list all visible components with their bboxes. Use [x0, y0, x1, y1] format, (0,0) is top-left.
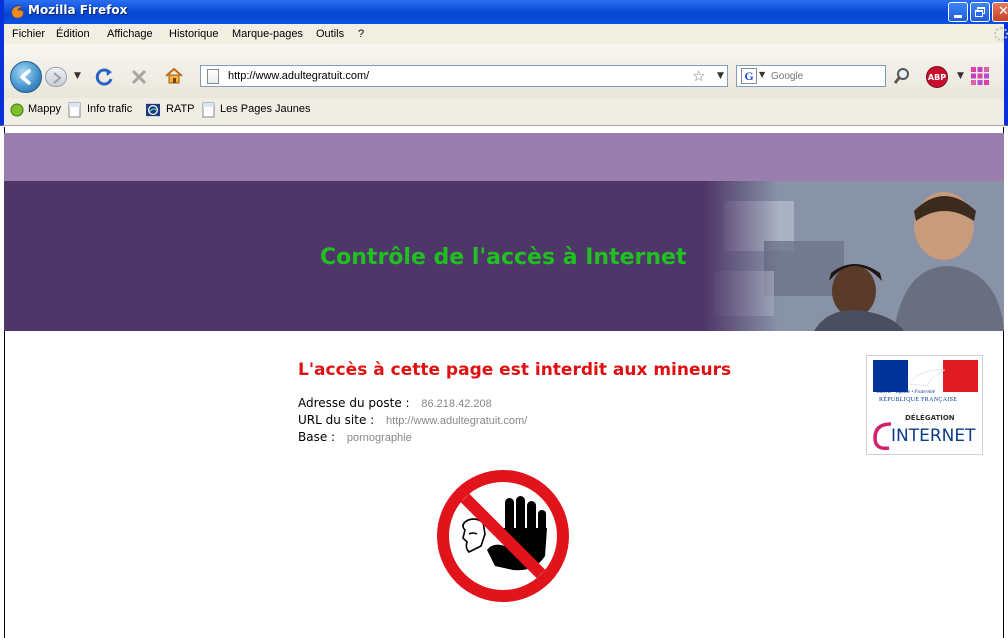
info-label: URL du site : [298, 413, 375, 427]
page-icon [202, 102, 215, 118]
info-value: http://www.adultegratuit.com/ [386, 415, 528, 427]
close-icon: ✕ [998, 4, 1008, 19]
info-label: Adresse du poste : [298, 396, 410, 410]
minimize-icon [954, 15, 962, 18]
close-button[interactable]: ✕ [992, 2, 1008, 22]
restore-button[interactable] [970, 2, 990, 22]
page-icon [207, 69, 219, 84]
republique-francaise-logo: Liberté • Égalité • Fraternité RÉPUBLIQU… [873, 360, 978, 406]
bookmark-mappy[interactable]: Mappy [28, 103, 61, 115]
ratp-icon [146, 103, 160, 117]
back-arrow-icon [20, 69, 31, 85]
apps-grid-icon[interactable] [970, 66, 990, 86]
forward-arrow-icon [53, 72, 62, 84]
home-icon[interactable] [164, 66, 184, 86]
students-image-illustration [704, 181, 1004, 331]
search-bar[interactable]: G ▼ [736, 65, 886, 87]
bookmark-ratp[interactable]: RATP [166, 103, 195, 115]
rf-name: RÉPUBLIQUE FRANÇAISE [879, 397, 958, 403]
url-input[interactable] [228, 68, 668, 84]
menu-outils[interactable]: Outils [316, 28, 344, 40]
menu-bar: Fichier Édition Affichage Historique Mar… [0, 24, 1008, 44]
minimize-button[interactable] [948, 2, 968, 22]
access-denied-warning: L'accès à cette page est interdit aux mi… [298, 360, 732, 380]
header-band-light [4, 133, 1004, 181]
stop-icon[interactable] [130, 68, 148, 86]
reload-icon[interactable] [95, 67, 115, 87]
search-icon[interactable] [893, 67, 911, 85]
info-value: 86.218.42.208 [421, 398, 492, 410]
government-logos: Liberté • Égalité • Fraternité RÉPUBLIQU… [866, 355, 983, 455]
delegation-internet-logo: DÉLÉGATION INTERNET [871, 412, 981, 452]
throbber-icon [994, 27, 1008, 41]
info-row-url: URL du site : http://www.adultegratuit.c… [298, 413, 527, 427]
window-title-bar[interactable]: Mozilla Firefox ✕ [0, 0, 1008, 24]
menu-historique[interactable]: Historique [169, 28, 219, 40]
firefox-logo-icon [11, 5, 25, 19]
mappy-icon [10, 103, 24, 117]
info-row-base: Base : pornographie [298, 430, 412, 444]
bookmark-info-trafic[interactable]: Info trafic [87, 103, 132, 115]
window-title: Mozilla Firefox [28, 3, 128, 17]
adblock-plus-button[interactable]: ABP [926, 66, 948, 88]
menu-edition[interactable]: Édition [56, 28, 90, 40]
no-entry-hand-icon [437, 470, 569, 602]
rf-motto: Liberté • Égalité • Fraternité [877, 390, 935, 395]
bookmark-pages-jaunes[interactable]: Les Pages Jaunes [220, 103, 311, 115]
page-headline: Contrôle de l'accès à Internet [320, 245, 687, 270]
url-dropdown-icon[interactable]: ▼ [717, 71, 724, 81]
menu-marque-pages[interactable]: Marque-pages [232, 28, 303, 40]
info-row-address: Adresse du poste : 86.218.42.208 [298, 396, 492, 410]
info-label: Base : [298, 430, 336, 444]
internet-label: INTERNET [891, 426, 976, 446]
info-value: pornographie [346, 432, 412, 444]
url-bar[interactable] [200, 65, 728, 87]
menu-help[interactable]: ? [358, 28, 364, 40]
history-dropdown-icon[interactable]: ▼ [74, 71, 81, 81]
google-engine-icon[interactable]: G [741, 68, 757, 84]
page-icon [68, 102, 81, 118]
menu-affichage[interactable]: Affichage [107, 28, 153, 40]
engine-dropdown-icon[interactable]: ▼ [759, 70, 765, 79]
forward-button[interactable] [45, 67, 67, 87]
menu-fichier[interactable]: Fichier [12, 28, 45, 40]
students-photo [704, 181, 1004, 331]
search-input[interactable] [771, 68, 881, 84]
bookmark-star-icon[interactable]: ☆ [692, 67, 705, 85]
delegation-label: DÉLÉGATION [905, 414, 955, 422]
back-button[interactable] [10, 61, 42, 93]
adblock-dropdown-icon[interactable]: ▼ [957, 71, 964, 81]
